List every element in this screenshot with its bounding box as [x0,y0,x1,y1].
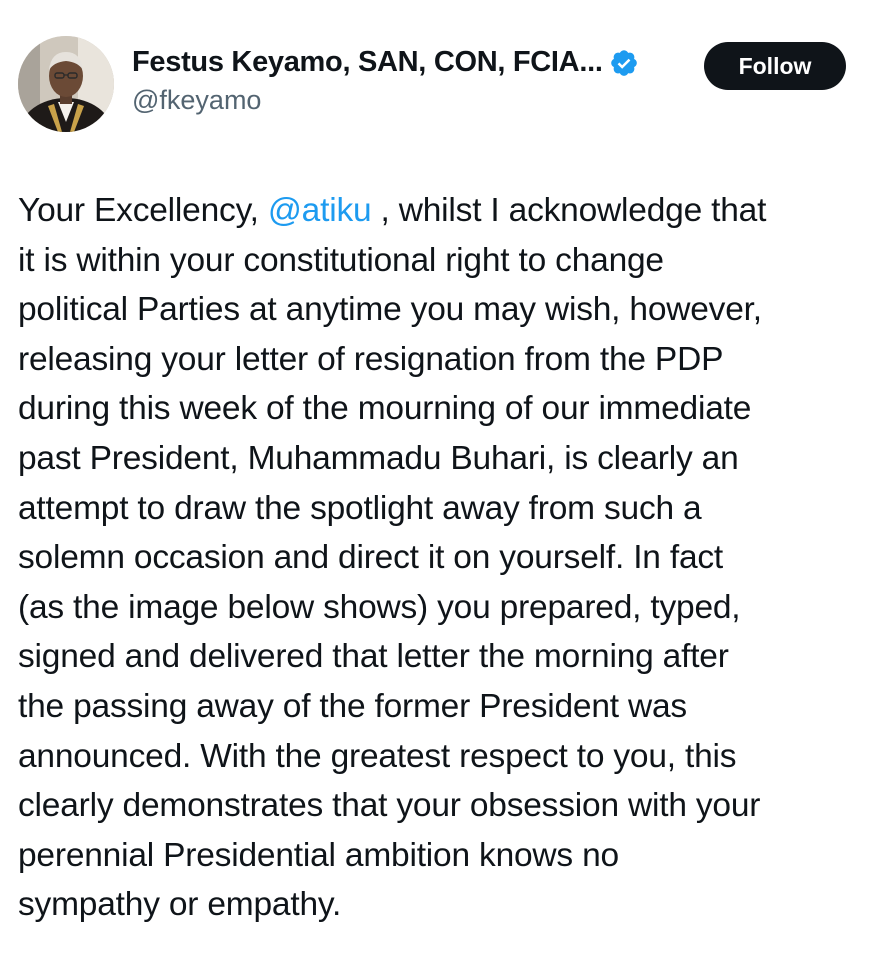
tweet-line: perennial Presidential ambition knows no [18,836,619,874]
avatar[interactable] [18,36,114,132]
tweet-line: signed and delivered that letter the mor… [18,638,729,676]
tweet-line: releasing your letter of resignation fro… [18,340,724,378]
tweet-card: Festus Keyamo, SAN, CON, FCIA... @fkeyam… [0,0,870,954]
tweet-line: solemn occasion and direct it on yoursel… [18,539,724,577]
tweet-line: the passing away of the former President… [18,687,687,725]
tweet-line: during this week of the mourning of our … [18,390,752,428]
tweet-line: political Parties at anytime you may wis… [18,291,762,329]
verified-badge-icon[interactable] [609,48,639,78]
tweet-line: announced. With the greatest respect to … [18,737,737,775]
avatar-image [18,36,114,132]
tweet-text-segment: , whilst I acknowledge that [371,192,767,229]
author-info: Festus Keyamo, SAN, CON, FCIA... @fkeyam… [132,46,639,116]
author-handle[interactable]: @fkeyamo [132,85,639,116]
tweet-line: it is within your constitutional right t… [18,241,664,279]
mention-link[interactable]: @atiku [268,192,372,229]
name-row: Festus Keyamo, SAN, CON, FCIA... [132,46,639,79]
tweet-text-segment: Your Excellency, [18,192,268,229]
tweet-line: sympathy or empathy. [18,886,342,924]
tweet-line: attempt to draw the spotlight away from … [18,489,702,527]
author-display-name[interactable]: Festus Keyamo, SAN, CON, FCIA... [132,46,603,79]
tweet-line: Your Excellency, @atiku , whilst I ackno… [18,186,858,236]
tweet-line: clearly demonstrates that your obsession… [18,787,761,825]
tweet-line: past President, Muhammadu Buhari, is cle… [18,439,739,477]
tweet-line: (as the image below shows) you prepared,… [18,588,741,626]
tweet-text: Your Excellency, @atiku , whilst I ackno… [18,186,858,930]
follow-button[interactable]: Follow [704,42,846,90]
tweet-header: Festus Keyamo, SAN, CON, FCIA... @fkeyam… [18,34,846,134]
